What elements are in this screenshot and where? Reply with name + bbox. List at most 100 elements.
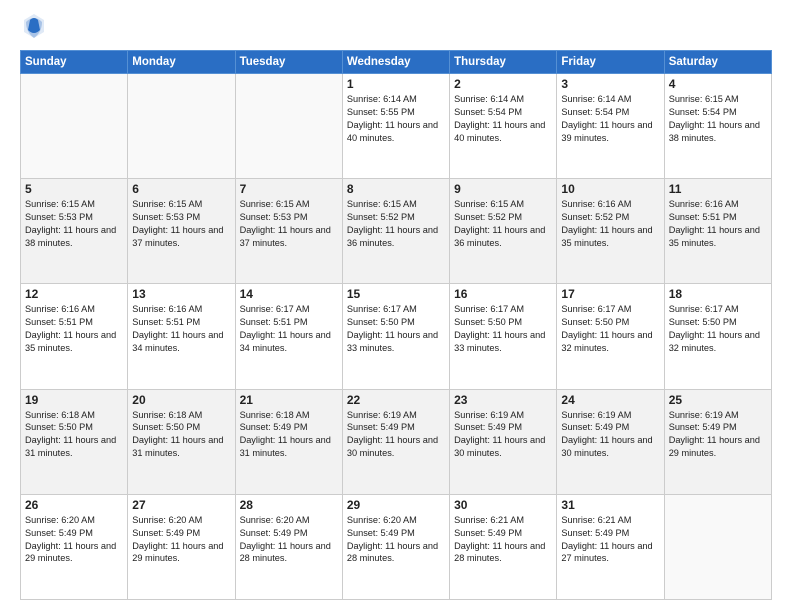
calendar-cell: 27 Sunrise: 6:20 AM Sunset: 5:49 PM Dayli… — [128, 494, 235, 599]
day-number: 4 — [669, 77, 767, 91]
cell-content: Sunrise: 6:19 AM Sunset: 5:49 PM Dayligh… — [669, 410, 760, 459]
day-number: 2 — [454, 77, 552, 91]
calendar-cell — [21, 74, 128, 179]
calendar-cell: 29Sunrise: 6:20 AM Sunset: 5:49 PM Dayli… — [342, 494, 449, 599]
day-number: 28 — [240, 498, 338, 512]
cell-content: Sunrise: 6:18 AM Sunset: 5:49 PM Dayligh… — [240, 410, 331, 459]
day-number: 5 — [25, 182, 123, 196]
calendar-cell: 30 Sunrise: 6:21 AM Sunset: 5:49 PM Dayli… — [450, 494, 557, 599]
calendar-page: SundayMondayTuesdayWednesdayThursdayFrid… — [0, 0, 792, 612]
day-number: 10 — [561, 182, 659, 196]
cell-content: Sunrise: 6:19 AM Sunset: 5:49 PM Dayligh… — [454, 410, 545, 459]
cell-content: Sunrise: 6:17 AM Sunset: 5:50 PM Dayligh… — [561, 304, 652, 353]
day-number: 30 — [454, 498, 552, 512]
day-number: 26 — [25, 498, 123, 512]
calendar-week-2: 5 Sunrise: 6:15 AM Sunset: 5:53 PM Daylig… — [21, 179, 772, 284]
calendar-cell: 18Sunrise: 6:17 AM Sunset: 5:50 PM Dayli… — [664, 284, 771, 389]
calendar-cell: 1 Sunrise: 6:14 AM Sunset: 5:55 PM Daylig… — [342, 74, 449, 179]
calendar-cell: 31Sunrise: 6:21 AM Sunset: 5:49 PM Dayli… — [557, 494, 664, 599]
day-number: 12 — [25, 287, 123, 301]
day-number: 13 — [132, 287, 230, 301]
day-number: 8 — [347, 182, 445, 196]
calendar-week-4: 19 Sunrise: 6:18 AM Sunset: 5:50 PM Dayli… — [21, 389, 772, 494]
calendar-week-3: 12 Sunrise: 6:16 AM Sunset: 5:51 PM Dayli… — [21, 284, 772, 389]
day-number: 15 — [347, 287, 445, 301]
calendar-cell: 23 Sunrise: 6:19 AM Sunset: 5:49 PM Dayli… — [450, 389, 557, 494]
cell-content: Sunrise: 6:14 AM Sunset: 5:54 PM Dayligh… — [454, 94, 545, 143]
calendar-cell: 7 Sunrise: 6:15 AM Sunset: 5:53 PM Daylig… — [235, 179, 342, 284]
day-number: 18 — [669, 287, 767, 301]
cell-content: Sunrise: 6:15 AM Sunset: 5:53 PM Dayligh… — [132, 199, 223, 248]
day-number: 3 — [561, 77, 659, 91]
calendar-cell: 24 Sunrise: 6:19 AM Sunset: 5:49 PM Dayli… — [557, 389, 664, 494]
day-number: 1 — [347, 77, 445, 91]
day-header-monday: Monday — [128, 51, 235, 74]
calendar-cell: 14 Sunrise: 6:17 AM Sunset: 5:51 PM Dayli… — [235, 284, 342, 389]
cell-content: Sunrise: 6:15 AM Sunset: 5:53 PM Dayligh… — [25, 199, 116, 248]
day-number: 27 — [132, 498, 230, 512]
day-number: 14 — [240, 287, 338, 301]
cell-content: Sunrise: 6:19 AM Sunset: 5:49 PM Dayligh… — [347, 410, 438, 459]
calendar-cell: 10 Sunrise: 6:16 AM Sunset: 5:52 PM Dayli… — [557, 179, 664, 284]
day-number: 24 — [561, 393, 659, 407]
day-number: 16 — [454, 287, 552, 301]
calendar-cell: 2 Sunrise: 6:14 AM Sunset: 5:54 PM Daylig… — [450, 74, 557, 179]
cell-content: Sunrise: 6:16 AM Sunset: 5:51 PM Dayligh… — [25, 304, 116, 353]
day-number: 29 — [347, 498, 445, 512]
cell-content: Sunrise: 6:21 AM Sunset: 5:49 PM Dayligh… — [454, 515, 545, 564]
cell-content: Sunrise: 6:14 AM Sunset: 5:54 PM Dayligh… — [561, 94, 652, 143]
day-header-tuesday: Tuesday — [235, 51, 342, 74]
calendar-cell: 8Sunrise: 6:15 AM Sunset: 5:52 PM Daylig… — [342, 179, 449, 284]
cell-content: Sunrise: 6:16 AM Sunset: 5:52 PM Dayligh… — [561, 199, 652, 248]
calendar-cell: 22 Sunrise: 6:19 AM Sunset: 5:49 PM Dayli… — [342, 389, 449, 494]
calendar-week-5: 26 Sunrise: 6:20 AM Sunset: 5:49 PM Dayli… — [21, 494, 772, 599]
day-number: 22 — [347, 393, 445, 407]
day-number: 11 — [669, 182, 767, 196]
calendar-cell — [235, 74, 342, 179]
cell-content: Sunrise: 6:19 AM Sunset: 5:49 PM Dayligh… — [561, 410, 652, 459]
calendar-cell — [128, 74, 235, 179]
calendar-cell: 4 Sunrise: 6:15 AM Sunset: 5:54 PM Daylig… — [664, 74, 771, 179]
logo-icon — [22, 12, 46, 40]
calendar-cell: 21 Sunrise: 6:18 AM Sunset: 5:49 PM Dayli… — [235, 389, 342, 494]
calendar-header-row: SundayMondayTuesdayWednesdayThursdayFrid… — [21, 51, 772, 74]
calendar-cell — [664, 494, 771, 599]
day-number: 21 — [240, 393, 338, 407]
cell-content: Sunrise: 6:16 AM Sunset: 5:51 PM Dayligh… — [132, 304, 223, 353]
calendar-cell: 17 Sunrise: 6:17 AM Sunset: 5:50 PM Dayli… — [557, 284, 664, 389]
calendar-cell: 15Sunrise: 6:17 AM Sunset: 5:50 PM Dayli… — [342, 284, 449, 389]
calendar-cell: 19 Sunrise: 6:18 AM Sunset: 5:50 PM Dayli… — [21, 389, 128, 494]
calendar-cell: 9Sunrise: 6:15 AM Sunset: 5:52 PM Daylig… — [450, 179, 557, 284]
day-header-saturday: Saturday — [664, 51, 771, 74]
calendar-cell: 26 Sunrise: 6:20 AM Sunset: 5:49 PM Dayli… — [21, 494, 128, 599]
calendar-cell: 25 Sunrise: 6:19 AM Sunset: 5:49 PM Dayli… — [664, 389, 771, 494]
day-header-thursday: Thursday — [450, 51, 557, 74]
logo — [20, 16, 46, 40]
header — [20, 16, 772, 40]
day-header-sunday: Sunday — [21, 51, 128, 74]
cell-content: Sunrise: 6:20 AM Sunset: 5:49 PM Dayligh… — [25, 515, 116, 564]
cell-content: Sunrise: 6:17 AM Sunset: 5:51 PM Dayligh… — [240, 304, 331, 353]
calendar-cell: 20Sunrise: 6:18 AM Sunset: 5:50 PM Dayli… — [128, 389, 235, 494]
day-number: 31 — [561, 498, 659, 512]
day-header-wednesday: Wednesday — [342, 51, 449, 74]
cell-content: Sunrise: 6:15 AM Sunset: 5:54 PM Dayligh… — [669, 94, 760, 143]
calendar-table: SundayMondayTuesdayWednesdayThursdayFrid… — [20, 50, 772, 600]
calendar-cell: 11 Sunrise: 6:16 AM Sunset: 5:51 PM Dayli… — [664, 179, 771, 284]
day-number: 23 — [454, 393, 552, 407]
cell-content: Sunrise: 6:15 AM Sunset: 5:53 PM Dayligh… — [240, 199, 331, 248]
calendar-cell: 13 Sunrise: 6:16 AM Sunset: 5:51 PM Dayli… — [128, 284, 235, 389]
calendar-cell: 3 Sunrise: 6:14 AM Sunset: 5:54 PM Daylig… — [557, 74, 664, 179]
calendar-cell: 5 Sunrise: 6:15 AM Sunset: 5:53 PM Daylig… — [21, 179, 128, 284]
cell-content: Sunrise: 6:14 AM Sunset: 5:55 PM Dayligh… — [347, 94, 438, 143]
day-number: 19 — [25, 393, 123, 407]
day-number: 9 — [454, 182, 552, 196]
cell-content: Sunrise: 6:18 AM Sunset: 5:50 PM Dayligh… — [25, 410, 116, 459]
cell-content: Sunrise: 6:16 AM Sunset: 5:51 PM Dayligh… — [669, 199, 760, 248]
cell-content: Sunrise: 6:20 AM Sunset: 5:49 PM Dayligh… — [132, 515, 223, 564]
calendar-cell: 16Sunrise: 6:17 AM Sunset: 5:50 PM Dayli… — [450, 284, 557, 389]
calendar-cell: 28Sunrise: 6:20 AM Sunset: 5:49 PM Dayli… — [235, 494, 342, 599]
day-number: 7 — [240, 182, 338, 196]
day-number: 25 — [669, 393, 767, 407]
day-number: 17 — [561, 287, 659, 301]
